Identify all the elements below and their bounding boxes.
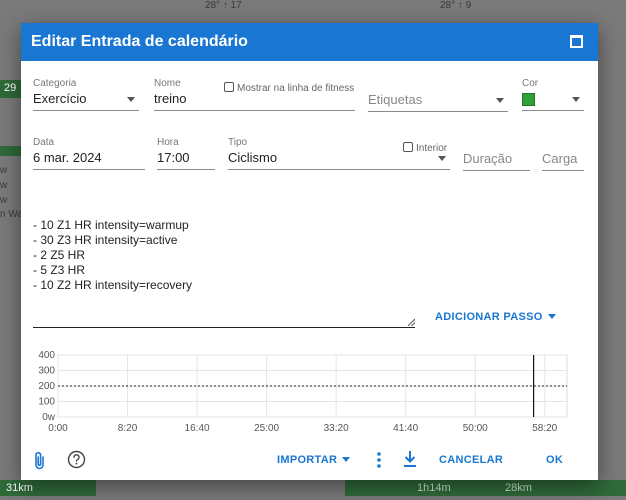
calendar-strip xyxy=(0,146,22,156)
notes-line: - 10 Z2 HR intensity=recovery xyxy=(33,278,193,292)
chart-y-tick: 400 xyxy=(38,350,55,361)
weather-right: 28° ↑ 9 xyxy=(440,0,472,11)
load-input[interactable]: Carga xyxy=(542,149,584,171)
chevron-down-icon xyxy=(547,314,556,319)
color-select[interactable]: Cor xyxy=(522,78,584,111)
chevron-down-icon xyxy=(342,457,351,462)
notes-line: - 10 Z1 HR intensity=warmup xyxy=(33,218,189,232)
date-label: Data xyxy=(33,137,55,148)
chevron-down-icon xyxy=(496,98,504,103)
chart-y-tick: 200 xyxy=(38,381,55,392)
chart-y-tick: 300 xyxy=(38,366,55,377)
time-field[interactable]: Hora 17:00 xyxy=(157,137,215,170)
bg-text: n Wa xyxy=(0,209,23,220)
dialog-title: Editar Entrada de calendário xyxy=(31,33,248,50)
resize-handle-icon[interactable] xyxy=(407,318,415,326)
chart-x-tick: 58:20 xyxy=(532,423,557,434)
bg-activity-right[interactable]: 1h14m 28km xyxy=(345,480,626,496)
duration-field[interactable]: Duração xyxy=(463,149,530,171)
category-select[interactable]: Categoria Exercício xyxy=(33,78,139,111)
weather-left: 28° ↑ 17 xyxy=(205,0,242,11)
notes-line: - 5 Z3 HR xyxy=(33,263,86,277)
bg-duration: 1h14m xyxy=(417,482,451,494)
checkbox-icon[interactable] xyxy=(403,142,413,152)
color-value[interactable] xyxy=(522,89,584,111)
paperclip-icon[interactable] xyxy=(33,451,47,471)
workout-power-chart: 400 300 200 100 0w0:00 8:20 16:40 25:00 33:20 41:… xyxy=(38,350,568,434)
date-input[interactable]: 6 mar. 2024 xyxy=(33,148,145,170)
chevron-down-icon xyxy=(438,156,446,161)
help-icon[interactable] xyxy=(67,450,86,469)
tags-input[interactable]: Etiquetas xyxy=(368,90,508,112)
chart-x-tick: 16:40 xyxy=(185,423,210,434)
notes-line: - 2 Z5 HR xyxy=(33,248,86,262)
checkbox-icon[interactable] xyxy=(224,82,234,92)
more-vertical-icon[interactable] xyxy=(376,451,382,469)
chart-y-tick: 0w xyxy=(42,412,56,423)
notes-line: - 30 Z3 HR intensity=active xyxy=(33,233,178,247)
time-label: Hora xyxy=(157,137,179,148)
color-label: Cor xyxy=(522,78,539,89)
chart-x-tick: 0:00 xyxy=(48,423,68,434)
cancel-button[interactable]: CANCELAR xyxy=(439,454,503,466)
date-field[interactable]: Data 6 mar. 2024 xyxy=(33,137,145,170)
ok-button[interactable]: OK xyxy=(546,454,563,466)
category-value[interactable]: Exercício xyxy=(33,89,139,111)
bg-text: w xyxy=(0,180,8,191)
download-icon[interactable] xyxy=(403,450,417,468)
chart-x-tick: 33:20 xyxy=(324,423,349,434)
duration-input[interactable]: Duração xyxy=(463,149,530,171)
dialog-footer: IMPORTAR CANCELAR OK xyxy=(21,446,598,476)
show-fitness-checkbox[interactable]: Mostrar na linha de fitness xyxy=(224,78,354,96)
chart-x-tick: 41:40 xyxy=(393,423,418,434)
chevron-down-icon xyxy=(572,97,580,102)
load-field[interactable]: Carga xyxy=(542,149,584,171)
indoor-checkbox[interactable]: Interior xyxy=(403,138,447,156)
color-swatch xyxy=(522,93,535,106)
workout-notes-textarea[interactable]: - 10 Z1 HR intensity=warmup - 30 Z3 HR i… xyxy=(33,218,415,328)
chevron-down-icon xyxy=(127,97,135,102)
calendar-day-badge[interactable]: 29 xyxy=(0,80,22,98)
bg-text: w xyxy=(0,195,8,206)
chart-x-tick: 8:20 xyxy=(118,423,138,434)
add-step-button[interactable]: ADICIONAR PASSO xyxy=(435,311,556,323)
category-label: Categoria xyxy=(33,78,77,89)
chart-x-tick: 50:00 xyxy=(463,423,488,434)
bg-activity-left[interactable]: 31km xyxy=(0,480,96,496)
import-button[interactable]: IMPORTAR xyxy=(277,454,351,466)
chart-y-tick: 100 xyxy=(38,397,55,408)
bg-distance: 28km xyxy=(505,482,532,494)
time-input[interactable]: 17:00 xyxy=(157,148,215,170)
bg-text: w xyxy=(0,165,8,176)
edit-calendar-entry-dialog: Editar Entrada de calendário Categoria E… xyxy=(21,23,598,480)
chart-x-tick: 25:00 xyxy=(254,423,279,434)
dialog-titlebar: Editar Entrada de calendário xyxy=(21,23,598,61)
tags-select[interactable]: Etiquetas xyxy=(368,90,508,112)
maximize-icon[interactable] xyxy=(570,35,583,48)
